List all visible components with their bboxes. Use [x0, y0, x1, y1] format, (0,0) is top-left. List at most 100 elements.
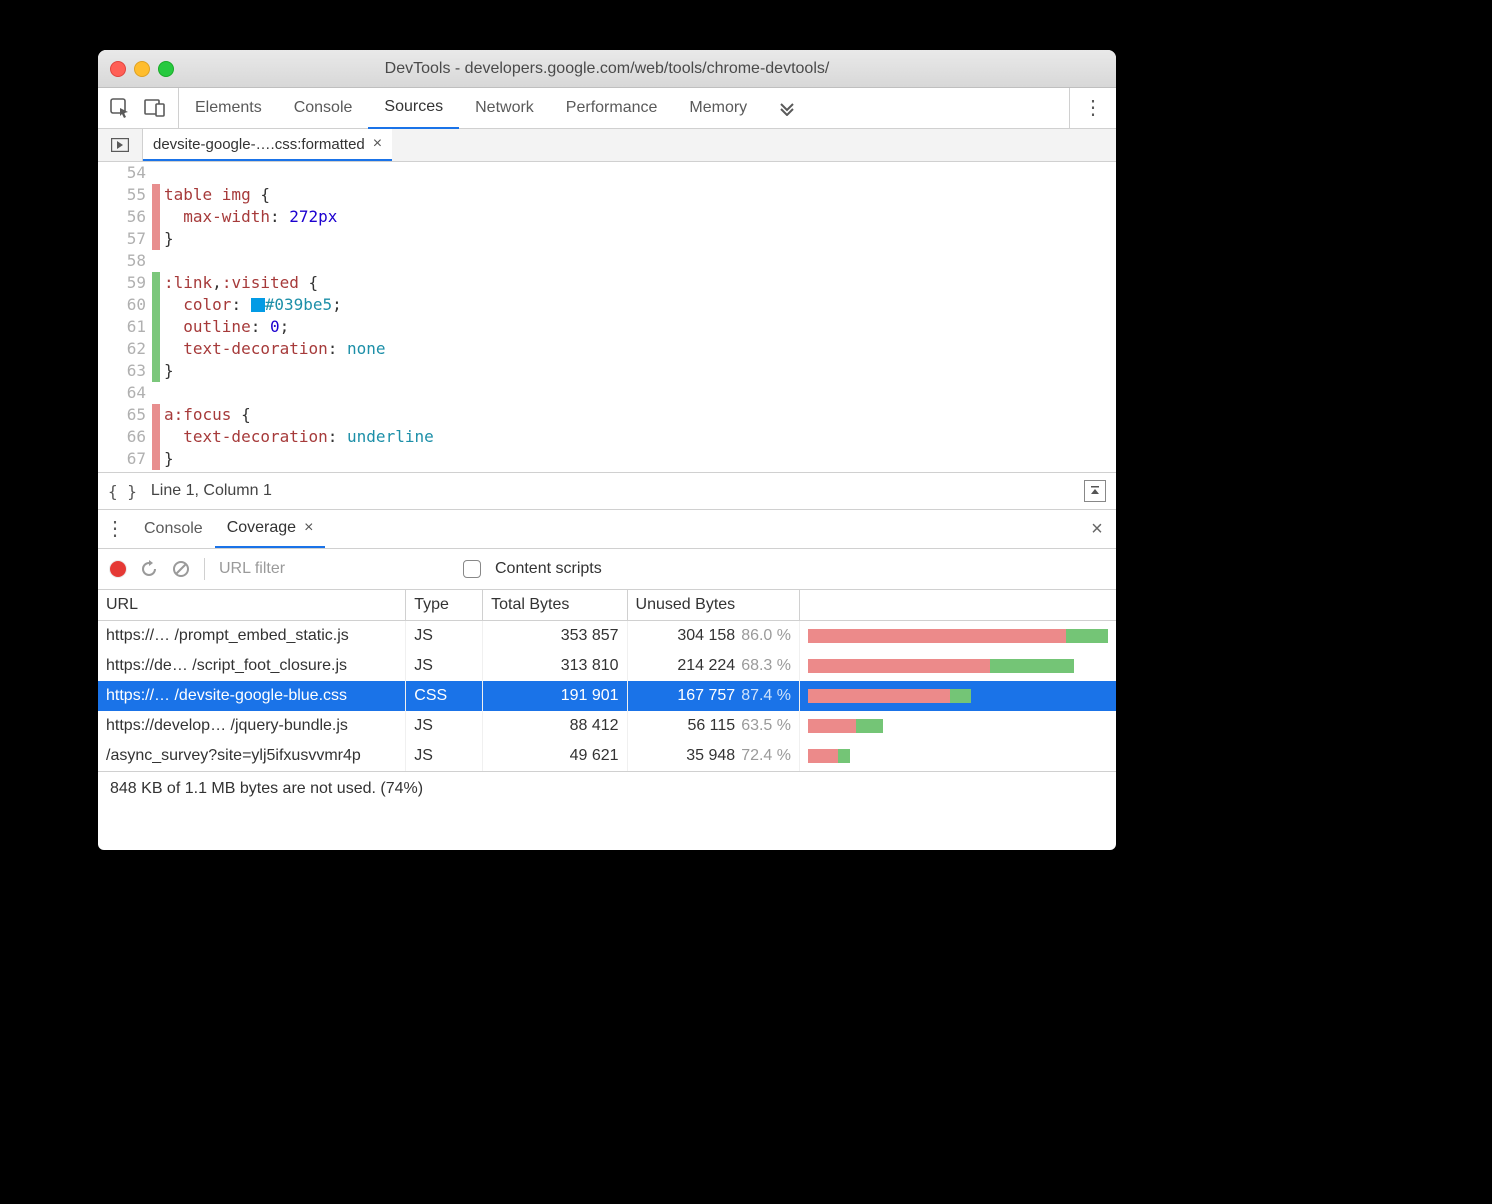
file-navigator-icon[interactable] — [98, 129, 143, 161]
toolbar-left-icons — [98, 88, 179, 128]
inspect-element-icon[interactable] — [110, 98, 130, 118]
cell-total: 353 857 — [483, 621, 627, 652]
coverage-marker — [152, 382, 160, 404]
cell-type: JS — [406, 621, 483, 652]
table-row[interactable]: https://… /prompt_embed_static.jsJS353 8… — [98, 621, 1116, 652]
table-row[interactable]: https://de… /script_foot_closure.jsJS313… — [98, 651, 1116, 681]
pretty-print-icon[interactable]: { } — [108, 482, 137, 501]
table-row[interactable]: /async_survey?site=ylj5ifxusvvmr4pJS49 6… — [98, 741, 1116, 771]
close-icon[interactable]: × — [373, 135, 382, 153]
content-scripts-checkbox[interactable] — [463, 560, 481, 578]
minimize-window-button[interactable] — [134, 61, 150, 77]
reload-icon[interactable] — [140, 560, 158, 578]
tab-performance[interactable]: Performance — [550, 88, 674, 128]
code-line[interactable]: max-width: 272px — [160, 206, 1116, 228]
coverage-marker — [152, 316, 160, 338]
tab-sources[interactable]: Sources — [368, 87, 459, 129]
col-type[interactable]: Type — [406, 590, 483, 621]
line-number: 58 — [98, 250, 152, 272]
code-line[interactable]: color: #039be5; — [160, 294, 1116, 316]
line-number: 65 — [98, 404, 152, 426]
cell-type: JS — [406, 651, 483, 681]
close-window-button[interactable] — [110, 61, 126, 77]
window-title: DevTools - developers.google.com/web/too… — [98, 60, 1116, 78]
tab-network[interactable]: Network — [459, 88, 550, 128]
code-line[interactable]: } — [160, 228, 1116, 250]
coverage-marker — [152, 272, 160, 294]
cell-unused: 304 15886.0 % — [627, 621, 799, 652]
tab-memory[interactable]: Memory — [673, 88, 763, 128]
line-number: 64 — [98, 382, 152, 404]
code-line[interactable]: :link,:visited { — [160, 272, 1116, 294]
url-filter-input[interactable]: URL filter — [219, 560, 449, 578]
col-total[interactable]: Total Bytes — [483, 590, 627, 621]
cell-url: /async_survey?site=ylj5ifxusvvmr4p — [98, 741, 406, 771]
drawer-close-icon[interactable]: × — [1078, 510, 1116, 548]
toggle-panel-icon[interactable] — [1084, 480, 1106, 502]
cell-bar — [800, 711, 1117, 741]
code-line[interactable] — [160, 470, 1116, 472]
code-line[interactable]: table img { — [160, 184, 1116, 206]
cell-total: 49 621 — [483, 741, 627, 771]
cell-bar — [800, 651, 1117, 681]
code-line[interactable]: a:focus { — [160, 404, 1116, 426]
drawer-menu-icon[interactable]: ⋮ — [98, 510, 132, 548]
titlebar: DevTools - developers.google.com/web/too… — [98, 50, 1116, 88]
traffic-lights — [110, 61, 174, 77]
code-line[interactable] — [160, 250, 1116, 272]
editor-statusbar: { } Line 1, Column 1 — [98, 472, 1116, 509]
cell-unused: 35 94872.4 % — [627, 741, 799, 771]
line-number: 61 — [98, 316, 152, 338]
code-line[interactable] — [160, 162, 1116, 184]
line-number: 62 — [98, 338, 152, 360]
coverage-marker — [152, 206, 160, 228]
code-line[interactable]: text-decoration: underline — [160, 426, 1116, 448]
record-button[interactable] — [110, 561, 126, 577]
code-line[interactable] — [160, 382, 1116, 404]
drawer-tabs: ⋮ Console Coverage × × — [98, 509, 1116, 549]
cell-bar — [800, 741, 1117, 771]
cell-total: 88 412 — [483, 711, 627, 741]
drawer-tab-console[interactable]: Console — [132, 510, 215, 548]
col-unused[interactable]: Unused Bytes — [627, 590, 799, 621]
cell-unused: 214 22468.3 % — [627, 651, 799, 681]
clear-icon[interactable] — [172, 560, 190, 578]
coverage-marker — [152, 250, 160, 272]
main-menu-icon[interactable]: ⋮ — [1069, 88, 1116, 128]
devtools-window: DevTools - developers.google.com/web/too… — [98, 50, 1116, 850]
file-tabs: devsite-google-….css:formatted × — [98, 129, 1116, 162]
close-icon[interactable]: × — [304, 519, 313, 537]
col-bar[interactable] — [800, 590, 1117, 621]
cell-bar — [800, 681, 1117, 711]
cell-unused: 56 11563.5 % — [627, 711, 799, 741]
table-row[interactable]: https://… /devsite-google-blue.cssCSS191… — [98, 681, 1116, 711]
line-number: 57 — [98, 228, 152, 250]
cell-url: https://de… /script_foot_closure.js — [98, 651, 406, 681]
drawer-tab-label: Coverage — [227, 519, 296, 537]
coverage-marker — [152, 228, 160, 250]
coverage-marker — [152, 162, 160, 184]
content-scripts-label: Content scripts — [495, 560, 602, 578]
device-toolbar-icon[interactable] — [144, 98, 166, 118]
code-line[interactable]: } — [160, 360, 1116, 382]
code-line[interactable]: outline: 0; — [160, 316, 1116, 338]
line-number: 67 — [98, 448, 152, 470]
file-tab-active[interactable]: devsite-google-….css:formatted × — [143, 129, 392, 161]
table-row[interactable]: https://develop… /jquery-bundle.jsJS88 4… — [98, 711, 1116, 741]
zoom-window-button[interactable] — [158, 61, 174, 77]
line-number: 54 — [98, 162, 152, 184]
line-number: 56 — [98, 206, 152, 228]
more-tabs-icon[interactable] — [763, 100, 811, 116]
line-number: 55 — [98, 184, 152, 206]
coverage-marker — [152, 338, 160, 360]
line-number: 63 — [98, 360, 152, 382]
drawer-tab-coverage[interactable]: Coverage × — [215, 510, 326, 548]
cell-bar — [800, 621, 1117, 652]
tab-elements[interactable]: Elements — [179, 88, 278, 128]
code-line[interactable]: text-decoration: none — [160, 338, 1116, 360]
col-url[interactable]: URL — [98, 590, 406, 621]
code-editor[interactable]: 545556575859606162636465666768 table img… — [98, 162, 1116, 472]
tab-console[interactable]: Console — [278, 88, 369, 128]
code-line[interactable]: } — [160, 448, 1116, 470]
coverage-marker — [152, 294, 160, 316]
